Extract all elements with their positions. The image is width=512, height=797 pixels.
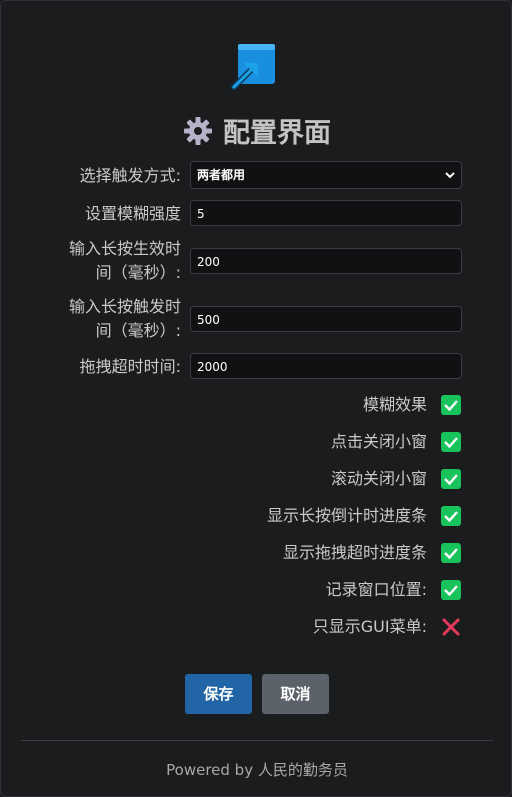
checkbox-row-drag-progress: 显示拖拽超时进度条	[1, 541, 512, 565]
save-button[interactable]: 保存	[185, 674, 252, 714]
footer-credit: Powered by 人民的勤务员	[166, 761, 348, 779]
checkbox-checked-icon[interactable]	[441, 432, 461, 452]
checkbox-row-gui-only: 只显示GUI菜单:	[1, 615, 512, 639]
blur-input[interactable]: 5	[190, 200, 462, 226]
drag-timeout-input[interactable]: 2000	[190, 353, 462, 379]
checkbox-label: 模糊效果	[362, 395, 427, 414]
longpress-effect-label-line2: 间（毫秒）:	[95, 263, 181, 282]
checkbox-row-longpress-progress: 显示长按倒计时进度条	[1, 504, 512, 528]
chevron-down-icon	[445, 172, 455, 179]
trigger-label: 选择触发方式:	[79, 166, 181, 185]
checkbox-checked-icon[interactable]	[441, 395, 461, 415]
page-title: 配置界面	[1, 111, 512, 150]
checkbox-row-scroll-close: 滚动关闭小窗	[1, 467, 512, 491]
config-panel: 配置界面 选择触发方式: 两者都用 设置模糊强度 5 输入长按生效时 间（毫秒）…	[0, 0, 512, 797]
checkbox-label: 只显示GUI菜单:	[312, 617, 427, 636]
gear-icon	[184, 117, 212, 145]
checkbox-label: 记录窗口位置:	[325, 580, 427, 599]
drag-timeout-label: 拖拽超时时间:	[79, 357, 181, 376]
checkbox-checked-icon[interactable]	[441, 580, 461, 600]
trigger-select[interactable]: 两者都用	[190, 161, 462, 189]
checkbox-checked-icon[interactable]	[441, 506, 461, 526]
checkbox-row-blur: 模糊效果	[1, 393, 512, 417]
checkbox-label: 滚动关闭小窗	[330, 469, 427, 488]
checkbox-checked-icon[interactable]	[441, 543, 461, 563]
blur-label: 设置模糊强度	[84, 204, 181, 223]
app-logo-icon	[231, 44, 275, 90]
divider	[21, 740, 493, 741]
checkbox-label: 显示拖拽超时进度条	[282, 543, 427, 562]
longpress-trigger-input[interactable]: 500	[190, 306, 462, 332]
cross-icon[interactable]	[441, 617, 461, 637]
checkbox-label: 点击关闭小窗	[330, 432, 427, 451]
longpress-trigger-label-line1: 输入长按触发时	[68, 297, 181, 316]
cancel-button[interactable]: 取消	[262, 674, 329, 714]
checkbox-row-click-close: 点击关闭小窗	[1, 430, 512, 454]
title-text: 配置界面	[223, 118, 331, 149]
longpress-effect-input[interactable]: 200	[190, 248, 462, 274]
checkbox-row-remember-position: 记录窗口位置:	[1, 578, 512, 602]
checkbox-label: 显示长按倒计时进度条	[266, 506, 427, 525]
checkbox-checked-icon[interactable]	[441, 469, 461, 489]
longpress-effect-label-line1: 输入长按生效时	[68, 239, 181, 258]
longpress-trigger-label-line2: 间（毫秒）:	[95, 321, 181, 340]
trigger-select-value: 两者都用	[197, 168, 246, 182]
